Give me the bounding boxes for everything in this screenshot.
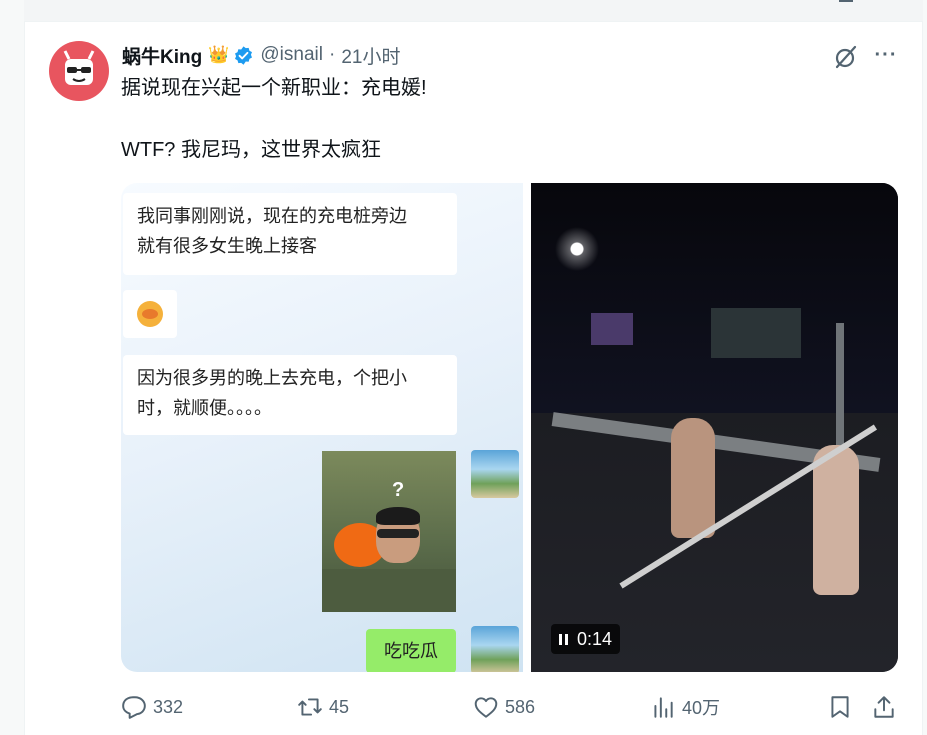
post-text-line-2: WTF? 我尼玛，这世界太疯狂	[121, 139, 381, 161]
chat-message-1-line-2: 就有很多女生晚上接客	[137, 236, 317, 256]
heart-icon	[474, 697, 498, 718]
chat-reply-bubble: 吃吃瓜	[366, 629, 456, 672]
chat-message-1: 我同事刚刚说，现在的充电桩旁边 就有很多女生晚上接客	[123, 193, 457, 275]
post-time[interactable]: 21小时	[341, 42, 400, 69]
sticker-question-mark: ?	[392, 479, 405, 501]
sticker-goggles	[377, 529, 419, 538]
like-button[interactable]: 586	[473, 690, 535, 724]
chat-avatar	[471, 626, 519, 672]
video-timer-text: 0:14	[577, 628, 613, 649]
video-person	[813, 445, 859, 595]
chat-message-emoji	[123, 290, 177, 338]
author-handle[interactable]: @isnail	[260, 44, 323, 66]
pause-icon[interactable]	[559, 633, 568, 645]
reply-icon	[122, 696, 146, 719]
repost-icon	[298, 698, 322, 716]
media-grid[interactable]: 我同事刚刚说，现在的充电桩旁边 就有很多女生晚上接客 因为很多男的晚上去充电，个…	[121, 183, 898, 672]
repost-count: 45	[329, 696, 350, 717]
views-icon	[654, 697, 673, 718]
video-player[interactable]: 0:14	[531, 183, 898, 672]
view-count: 40万	[682, 698, 721, 718]
snail-avatar-icon	[63, 50, 95, 85]
separator-dot: ·	[328, 44, 336, 65]
verified-badge-icon[interactable]	[233, 45, 254, 66]
video-charging-station	[591, 313, 633, 345]
reply-count: 332	[153, 696, 184, 717]
avatar[interactable]	[49, 41, 109, 101]
crying-emoji-icon	[137, 301, 163, 327]
author-name[interactable]: 蜗牛King	[122, 42, 202, 69]
video-charging-station	[711, 308, 801, 358]
sticker-hair	[376, 507, 420, 525]
bookmark-button[interactable]	[827, 690, 853, 724]
previous-post-strip	[24, 0, 923, 22]
chat-message-3-line-2: 时，就顺便。。。。	[137, 398, 272, 418]
share-button[interactable]	[871, 690, 897, 724]
views-button[interactable]: 40万	[650, 690, 720, 724]
reply-button[interactable]: 332	[121, 690, 183, 724]
chat-avatar	[471, 450, 519, 498]
grok-icon[interactable]	[833, 44, 859, 70]
more-icon[interactable]: ···	[872, 42, 900, 68]
sticker-water	[322, 569, 456, 612]
video-timer[interactable]: 0:14	[551, 624, 621, 654]
chat-screenshot-image[interactable]: 我同事刚刚说，现在的充电桩旁边 就有很多女生晚上接客 因为很多男的晚上去充电，个…	[121, 183, 523, 672]
crown-emoji: 👑	[208, 45, 230, 64]
chat-message-1-line-1: 我同事刚刚说，现在的充电桩旁边	[137, 206, 407, 226]
action-bar: 332 45 586 40万	[121, 690, 901, 724]
bookmark-icon	[831, 696, 849, 718]
chat-message-3-line-1: 因为很多男的晚上去充电，个把小	[137, 368, 407, 388]
bookmark-icon[interactable]	[839, 0, 853, 2]
repost-button[interactable]: 45	[297, 690, 349, 724]
post-header: 蜗牛King 👑 @isnail · 21小时	[122, 42, 400, 68]
post-text-line-1: 据说现在兴起一个新职业：充电媛!	[121, 77, 427, 99]
share-icon	[874, 696, 894, 718]
video-person	[671, 418, 715, 538]
chat-message-3: 因为很多男的晚上去充电，个把小 时，就顺便。。。。	[123, 355, 457, 435]
swimmer-sticker-image: ?	[322, 451, 456, 612]
like-count: 586	[505, 696, 536, 717]
